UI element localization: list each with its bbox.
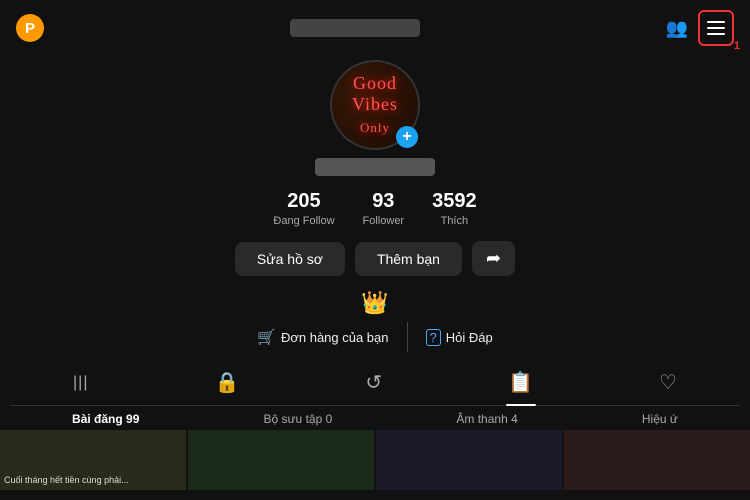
thumbnail-1[interactable]: Cuối tháng hết tiền cùng phải... xyxy=(0,430,186,490)
menu-button[interactable] xyxy=(698,10,734,46)
crown-icon: 👑 xyxy=(361,290,388,316)
qa-icon: ? xyxy=(426,329,441,346)
tab-label-posts[interactable]: Bài đăng 99 xyxy=(72,412,139,426)
thumbnails-row: Cuối tháng hết tiền cùng phải... xyxy=(0,430,750,490)
divider xyxy=(407,322,408,352)
avatar-text: GoodVibesOnly xyxy=(352,73,398,138)
likes-count: 3592 xyxy=(432,190,477,213)
tab-labels: Bài đăng 99 Bộ sưu tập 0 Âm thanh 4 Hiệu… xyxy=(0,406,750,430)
thumbnail-3[interactable] xyxy=(376,430,562,490)
badge-1: 1 xyxy=(734,40,740,52)
following-label: Đang Follow xyxy=(273,215,334,227)
profile-section: GoodVibesOnly + 205 Đang Follow 93 Follo… xyxy=(0,52,750,366)
stats-row: 205 Đang Follow 93 Follower 3592 Thích xyxy=(273,190,476,227)
tab-label-sounds[interactable]: Âm thanh 4 xyxy=(456,412,517,426)
stat-followers: 93 Follower xyxy=(363,190,405,227)
tab-label-effects[interactable]: Hiệu ứ xyxy=(642,412,678,426)
order-label: Đơn hàng của bạn xyxy=(281,330,389,345)
following-count: 205 xyxy=(287,190,320,213)
add-friend-button[interactable]: Thêm bạn xyxy=(355,242,462,276)
stat-likes: 3592 Thích xyxy=(432,190,477,227)
qa-label: Hỏi Đáp xyxy=(446,330,493,345)
qa-promo[interactable]: ? Hỏi Đáp xyxy=(426,329,493,346)
stat-following: 205 Đang Follow xyxy=(273,190,334,227)
header-right: 👥 xyxy=(666,10,734,46)
tab-tagged-icon[interactable]: 📋 xyxy=(498,366,543,399)
thumbnail-4[interactable] xyxy=(564,430,750,490)
thumb-text-1: Cuối tháng hết tiền cùng phải... xyxy=(4,475,129,486)
tab-saved-icon[interactable]: 🔒 xyxy=(204,366,249,399)
cart-icon: 🛒 xyxy=(257,328,276,346)
tab-repost-icon[interactable]: ↺ xyxy=(355,366,392,399)
action-row: Sửa hồ sơ Thêm bạn ➦ xyxy=(235,241,515,276)
header: P 👥 1 xyxy=(0,0,750,52)
header-username-bar xyxy=(290,19,420,37)
order-promo[interactable]: 🛒 Đơn hàng của bạn xyxy=(257,328,388,346)
share-button[interactable]: ➦ xyxy=(472,241,515,276)
follower-label: Follower xyxy=(363,215,405,227)
p-icon[interactable]: P xyxy=(16,14,44,42)
crown-row: 👑 xyxy=(361,290,388,316)
edit-profile-button[interactable]: Sửa hồ sơ xyxy=(235,242,345,276)
tab-likes-icon[interactable]: ♡ xyxy=(649,366,687,399)
avatar-wrap: GoodVibesOnly + xyxy=(330,60,420,150)
thumbnail-2[interactable] xyxy=(188,430,374,490)
add-avatar-button[interactable]: + xyxy=(396,126,418,148)
promo-row: 🛒 Đơn hàng của bạn ? Hỏi Đáp xyxy=(257,322,492,352)
follower-count: 93 xyxy=(372,190,394,213)
share-icon: ➦ xyxy=(486,248,501,268)
username-bar xyxy=(315,158,435,176)
tab-posts-icon[interactable]: ||| xyxy=(63,370,98,396)
likes-label: Thích xyxy=(441,215,469,227)
person-icon[interactable]: 👥 xyxy=(666,18,688,39)
tab-bar: ||| 🔒 ↺ 📋 ♡ xyxy=(10,366,740,406)
tab-label-collections[interactable]: Bộ sưu tập 0 xyxy=(264,412,333,426)
